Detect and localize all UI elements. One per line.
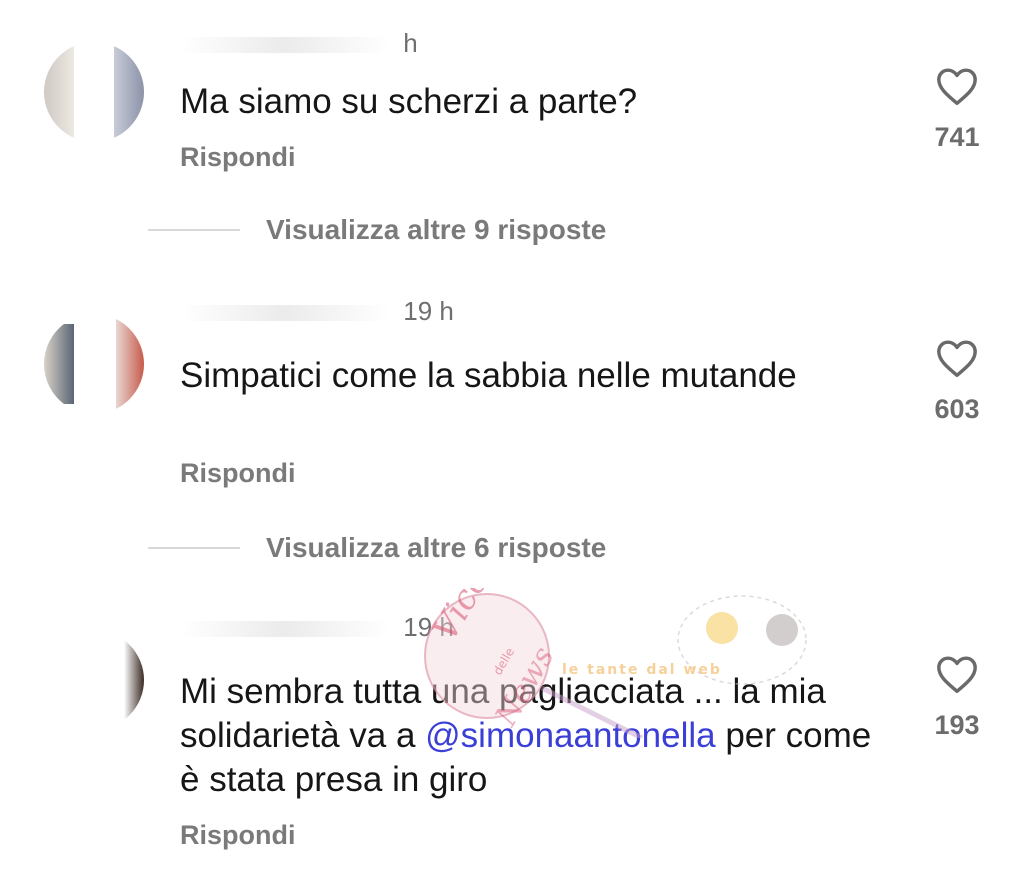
avatar[interactable] <box>44 314 144 414</box>
heart-icon <box>937 340 977 377</box>
reply-button[interactable]: Rispondi <box>180 142 296 173</box>
username-redacted <box>180 37 390 54</box>
mention-link[interactable]: @simonaantonella <box>425 716 715 755</box>
like-count: 741 <box>934 122 980 152</box>
view-more-replies[interactable]: Visualizza altre 6 risposte <box>148 532 606 564</box>
comment-text: Mi sembra tutta una pagliacciata ... la … <box>180 670 880 802</box>
username-redacted <box>180 621 390 638</box>
comment-meta: h <box>180 28 418 59</box>
like-button[interactable]: 741 <box>912 66 1002 153</box>
like-count: 603 <box>934 394 980 424</box>
reply-button[interactable]: Rispondi <box>180 458 296 489</box>
comment-time: 19 h <box>403 296 454 326</box>
like-button[interactable]: 193 <box>912 654 1002 741</box>
comment-text: Ma siamo su scherzi a parte? <box>180 82 638 121</box>
like-button[interactable]: 603 <box>912 338 1002 425</box>
divider <box>148 547 240 549</box>
comment-time: 19 h <box>403 612 454 642</box>
comments-screen: h Ma siamo su scherzi a parte? Rispondi … <box>0 0 1024 884</box>
view-more-replies[interactable]: Visualizza altre 9 risposte <box>148 214 606 246</box>
comment-time: h <box>403 28 418 58</box>
avatar[interactable] <box>44 42 144 142</box>
heart-icon <box>937 656 977 693</box>
like-count: 193 <box>934 710 980 740</box>
comment-text: Simpatici come la sabbia nelle mutande <box>180 356 797 395</box>
comment-meta: 19 h <box>180 296 454 327</box>
divider <box>148 229 240 231</box>
reply-button[interactable]: Rispondi <box>180 820 296 851</box>
view-more-label: Visualizza altre 6 risposte <box>266 532 607 563</box>
comment-meta: 19 h <box>180 612 454 643</box>
avatar[interactable] <box>44 630 144 730</box>
view-more-label: Visualizza altre 9 risposte <box>266 214 607 245</box>
heart-icon <box>937 68 977 106</box>
username-redacted <box>180 305 390 322</box>
